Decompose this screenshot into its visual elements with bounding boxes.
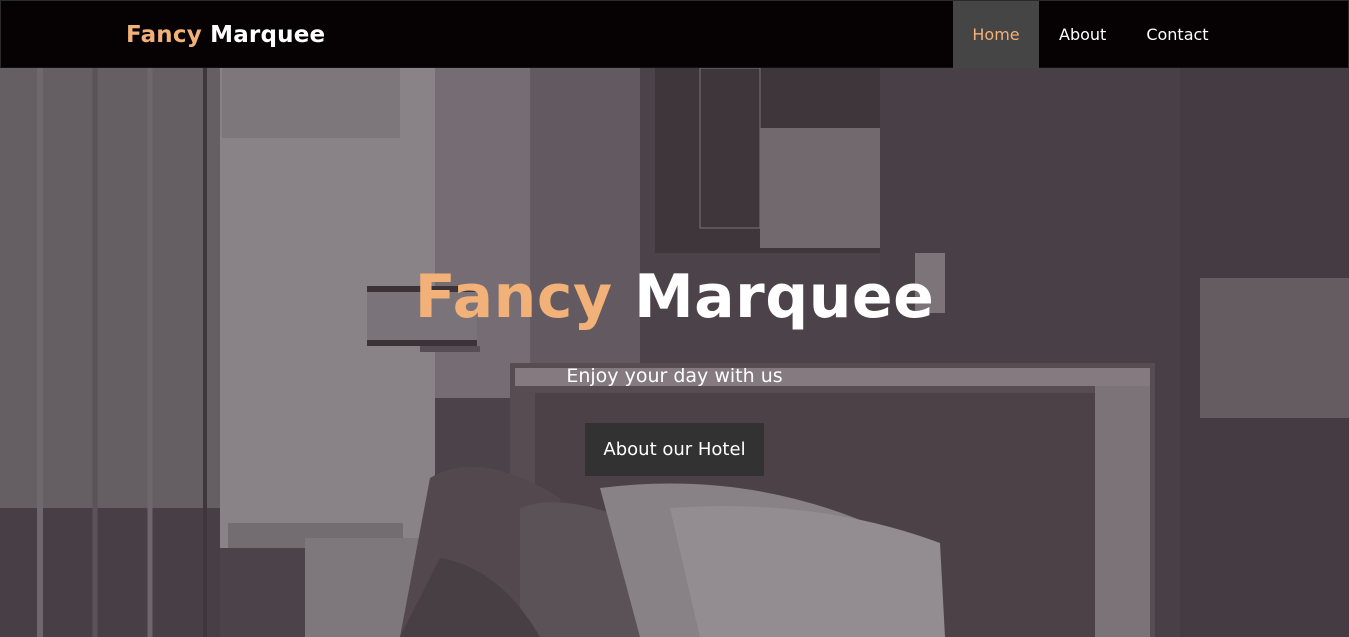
top-navbar: Fancy Marquee Home About Contact xyxy=(0,0,1349,68)
hero-dark-overlay xyxy=(0,68,1349,637)
nav-item-about[interactable]: About xyxy=(1039,1,1126,68)
hero-subtitle: Enjoy your day with us xyxy=(566,365,783,387)
brand-accent-text: Fancy xyxy=(126,22,202,48)
about-hotel-button[interactable]: About our Hotel xyxy=(585,423,764,476)
nav-item-contact[interactable]: Contact xyxy=(1126,1,1228,68)
hero-title-rest: Marquee xyxy=(633,262,935,332)
hero-section: Fancy Marquee Enjoy your day with us Abo… xyxy=(0,68,1349,637)
brand-rest-text: Marquee xyxy=(210,22,326,48)
brand-logo[interactable]: Fancy Marquee xyxy=(126,20,325,50)
nav-item-home[interactable]: Home xyxy=(953,1,1039,68)
nav-menu: Home About Contact xyxy=(953,1,1229,68)
hero-title-accent: Fancy xyxy=(414,262,613,332)
hero-title: Fancy Marquee xyxy=(0,264,1349,330)
